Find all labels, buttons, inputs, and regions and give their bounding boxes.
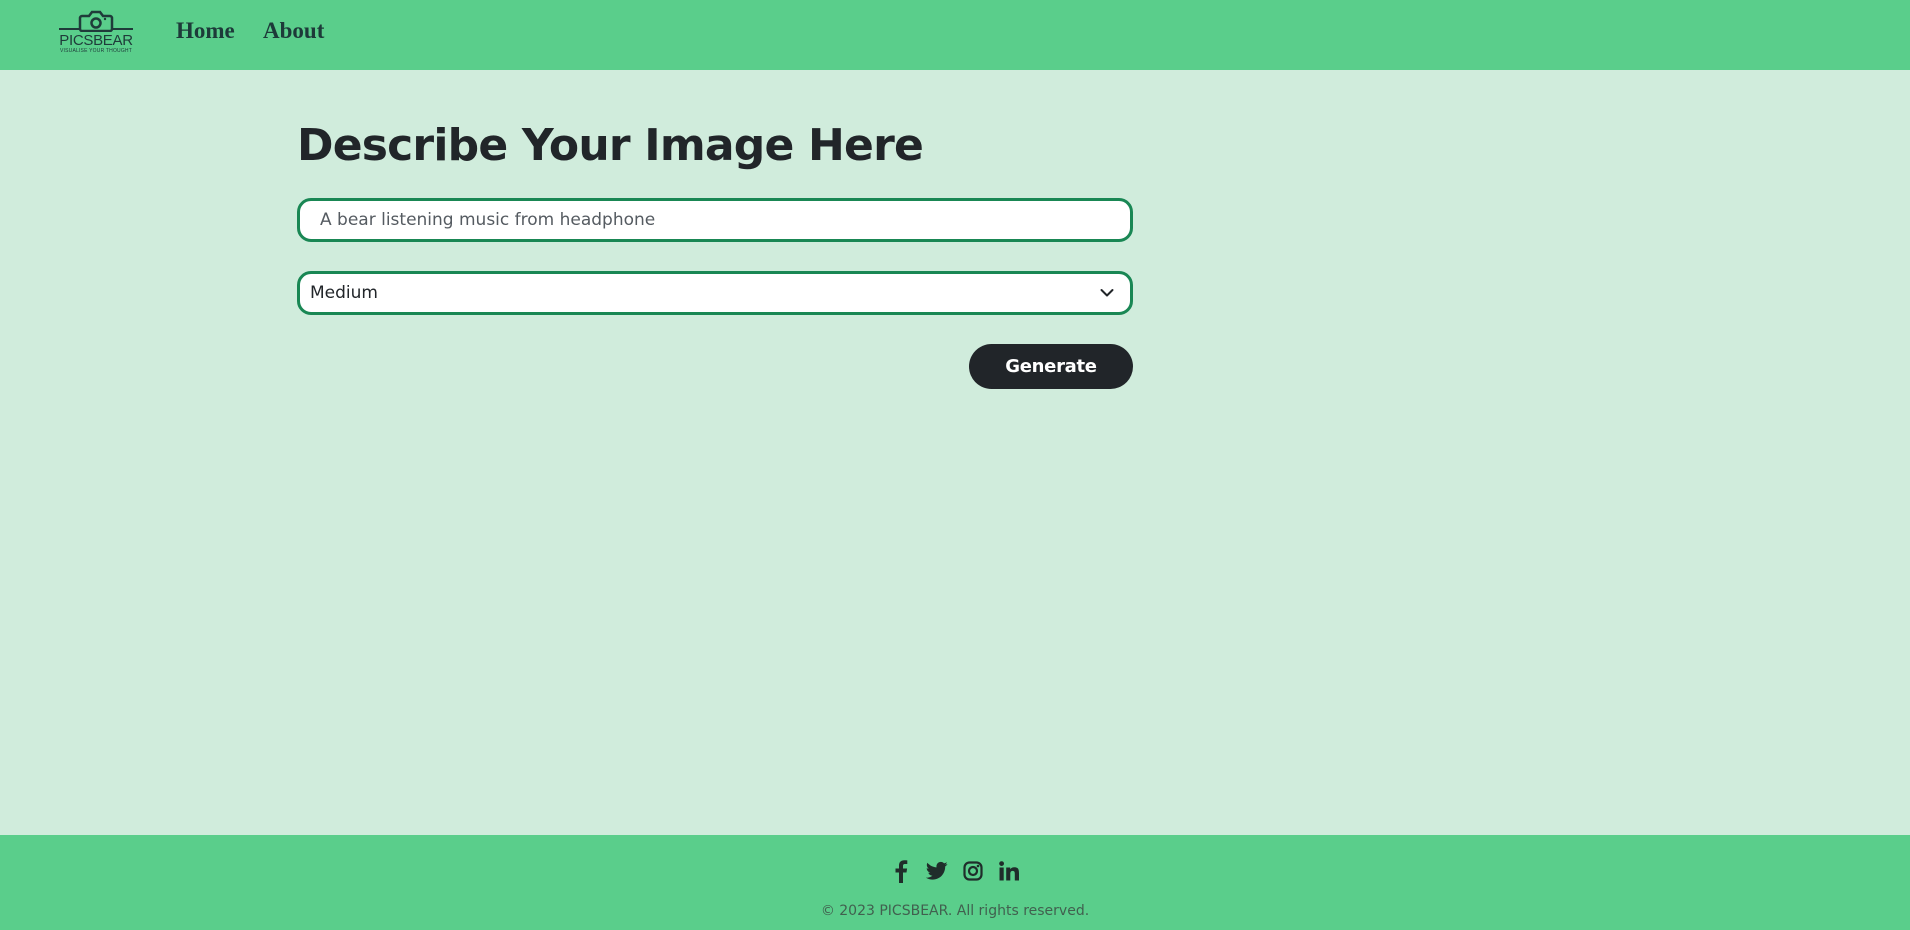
generate-button[interactable]: Generate <box>969 344 1133 389</box>
footer: © 2023 PICSBEAR. All rights reserved. <box>0 835 1910 930</box>
prompt-input[interactable] <box>297 198 1133 242</box>
brand-logo[interactable]: PICSBEAR VISUALISE YOUR THOUGHT <box>57 8 135 58</box>
page-title: Describe Your Image Here <box>297 120 924 171</box>
brand-tagline: VISUALISE YOUR THOUGHT <box>59 48 132 54</box>
generator-form: Describe Your Image Here Medium Generate <box>297 118 1133 389</box>
copyright-text: © 2023 PICSBEAR. All rights reserved. <box>820 903 1090 919</box>
twitter-icon[interactable] <box>926 859 948 883</box>
instagram-icon[interactable] <box>962 859 984 883</box>
facebook-icon[interactable] <box>890 859 912 883</box>
linkedin-icon[interactable] <box>998 859 1020 883</box>
size-select[interactable]: Medium <box>297 271 1133 315</box>
brand-name: PICSBEAR <box>59 32 133 49</box>
chevron-down-icon <box>1100 289 1114 297</box>
navbar: PICSBEAR VISUALISE YOUR THOUGHT Home Abo… <box>0 0 1910 70</box>
camera-icon <box>59 10 133 32</box>
social-links <box>0 859 1910 883</box>
nav-link-home[interactable]: Home <box>176 18 235 44</box>
size-select-value: Medium <box>310 283 378 303</box>
nav-link-about[interactable]: About <box>263 18 324 44</box>
